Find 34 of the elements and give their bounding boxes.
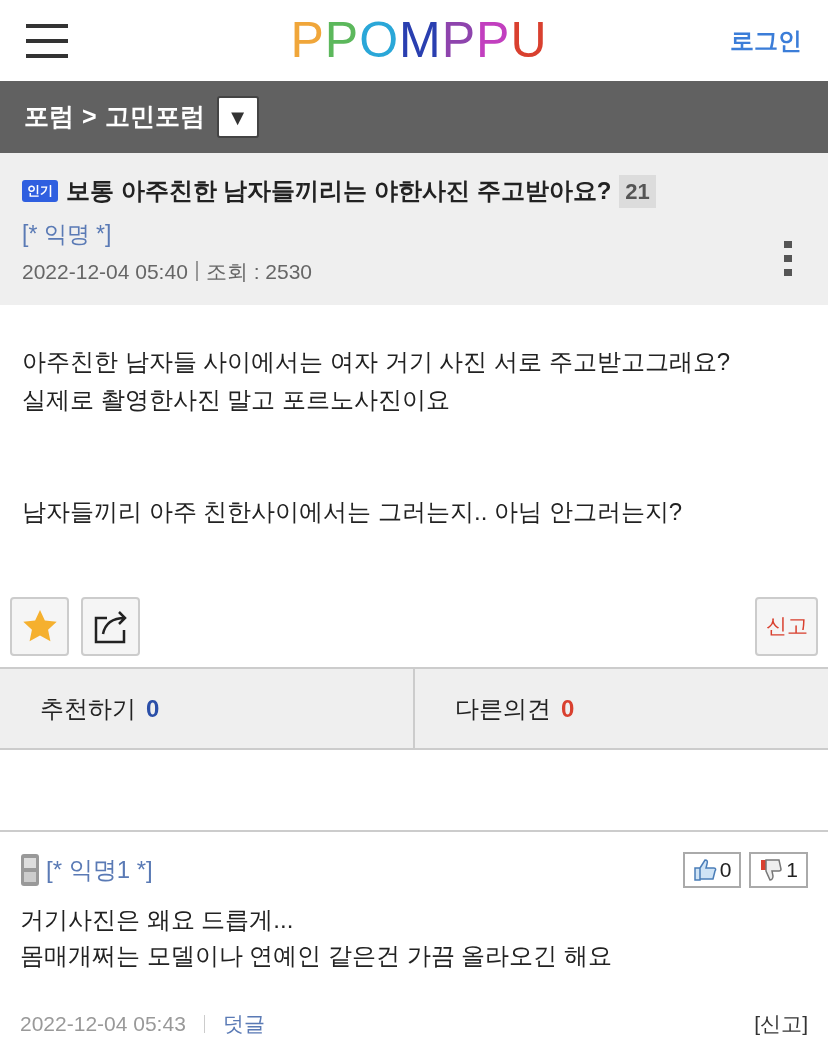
comment-text: 거기사진은 왜요 드릅게... 몸매개쩌는 모델이나 연예인 같은건 가끔 올라오긴 해요 bbox=[20, 905, 613, 971]
view-count: 조회 : 2530 bbox=[205, 258, 313, 285]
vote-count: 0 bbox=[561, 693, 575, 724]
dropdown-button[interactable]: ▼ bbox=[216, 96, 259, 138]
popular-badge: 인기 bbox=[22, 180, 58, 202]
menu-icon[interactable] bbox=[26, 23, 68, 58]
share-button[interactable] bbox=[81, 596, 140, 656]
breadcrumb-separator: > bbox=[82, 101, 97, 133]
post-body-text: 남자들끼리 아주 친한사이에서는 그러는지.. 아님 안그러는지? bbox=[22, 497, 684, 527]
reply-link[interactable]: 덧글 bbox=[222, 1008, 265, 1040]
star-icon bbox=[22, 610, 57, 642]
more-icon[interactable] bbox=[784, 241, 792, 277]
post-title: 보통 아주친한 남자들끼리는 야한사진 주고받아요? bbox=[66, 176, 612, 206]
breadcrumb-link[interactable]: 포럼 bbox=[24, 98, 74, 136]
vote-button[interactable]: 추천하기 0 bbox=[0, 669, 413, 748]
comment-author[interactable]: [* 익명1 *] bbox=[46, 852, 153, 888]
post-date: 2022-12-04 05:40 bbox=[22, 258, 188, 285]
thumbs-up-icon bbox=[692, 859, 717, 881]
share-icon bbox=[92, 608, 129, 644]
breadcrumb-link[interactable]: 고민포럼 bbox=[104, 98, 205, 136]
thumbs-down-icon bbox=[759, 859, 784, 881]
author-name[interactable]: [* 익명 *] bbox=[22, 217, 806, 252]
like-button[interactable]: 0 bbox=[682, 852, 742, 888]
post-body-text: 아주친한 남자들 사이에서는 여자 거기 사진 서로 주고받고그래요? 실제로 촬영한사진 말고 포르노사진이요 bbox=[22, 347, 732, 415]
vote-button[interactable]: 다른의견 0 bbox=[413, 669, 828, 748]
dislike-button[interactable]: 1 bbox=[749, 852, 808, 888]
login-link[interactable]: 로그인 bbox=[730, 22, 802, 59]
report-link[interactable]: [신고] bbox=[754, 1008, 808, 1040]
vote-count: 0 bbox=[146, 693, 160, 724]
phone-icon bbox=[20, 854, 40, 886]
logo[interactable]: PPOMPPU bbox=[290, 3, 548, 78]
report-button[interactable]: 신고 bbox=[755, 596, 818, 656]
comment-date: 2022-12-04 05:43 bbox=[20, 1011, 186, 1037]
comment-count: 21 bbox=[619, 174, 656, 208]
